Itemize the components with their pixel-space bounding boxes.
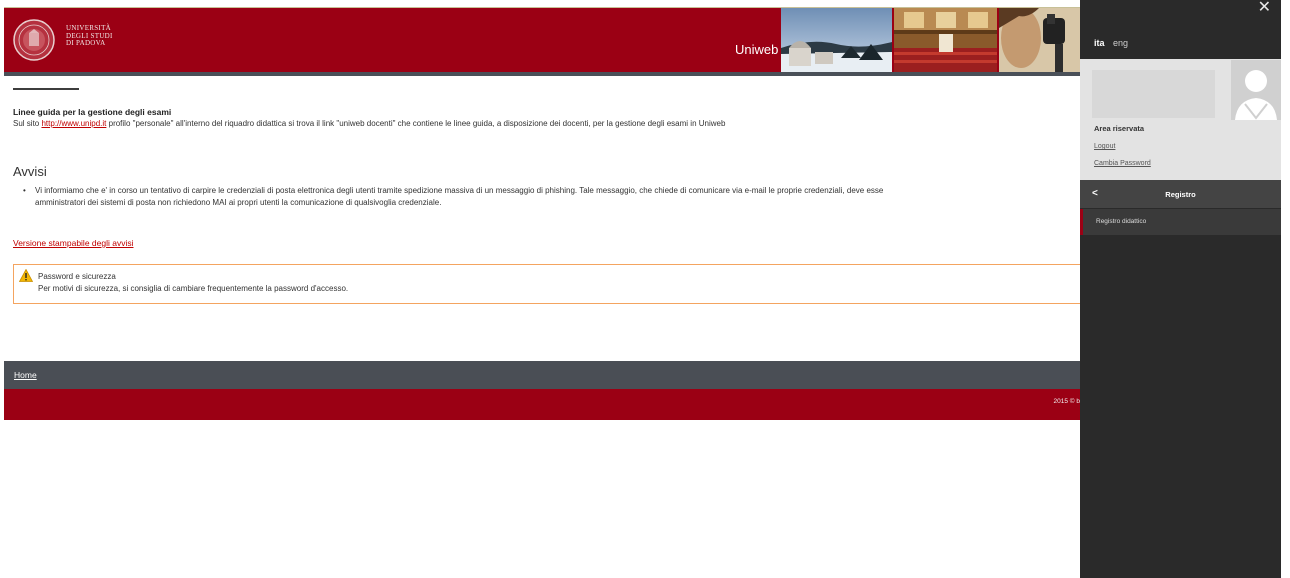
exam-guide-title: Linee guida per la gestione degli esami bbox=[13, 107, 172, 117]
sidebar-item-registro-didattico[interactable]: Registro didattico bbox=[1080, 209, 1281, 235]
exam-guide-suffix: profilo "personale" all'interno del riqu… bbox=[106, 119, 726, 128]
logout-link[interactable]: Logout bbox=[1094, 143, 1115, 150]
notices-title: Avvisi bbox=[13, 164, 47, 179]
user-box: Area riservata Logout Cambia Password bbox=[1080, 59, 1281, 180]
footer-home-link[interactable]: Home bbox=[14, 370, 37, 380]
brand-title: Uniweb bbox=[735, 42, 779, 57]
lang-eng-link[interactable]: eng bbox=[1113, 38, 1128, 48]
close-icon[interactable]: ✕ bbox=[1258, 0, 1271, 17]
logo-line-3: di Padova bbox=[66, 39, 106, 47]
user-name-area bbox=[1092, 70, 1215, 118]
hall-photo bbox=[894, 8, 997, 72]
notices-list: Vi informiamo che e' in corso un tentati… bbox=[23, 185, 1080, 209]
footer-bar: 2015 © b bbox=[4, 389, 1080, 420]
header-underline bbox=[4, 72, 1080, 76]
section-divider bbox=[13, 88, 79, 90]
observatory-photo bbox=[781, 8, 892, 72]
change-password-link[interactable]: Cambia Password bbox=[1094, 160, 1151, 167]
lang-ita-link[interactable]: ita bbox=[1094, 38, 1105, 48]
footer-nav-bar: Home bbox=[4, 361, 1080, 389]
language-switcher: ita eng bbox=[1094, 38, 1128, 48]
user-silhouette-icon bbox=[1231, 60, 1281, 120]
unipd-link[interactable]: http://www.unipd.it bbox=[41, 119, 106, 128]
list-item: Vi informiamo che e' in corso un tentati… bbox=[23, 185, 1080, 209]
exam-guide-prefix: Sul sito bbox=[13, 119, 42, 128]
warning-icon bbox=[18, 268, 34, 282]
security-alert: Password e sicurezza Per motivi di sicur… bbox=[13, 264, 1080, 304]
exam-guide-text: Sul sito http://www.unipd.it profilo "pe… bbox=[13, 119, 725, 128]
university-seal-icon[interactable] bbox=[12, 18, 60, 62]
print-notices-link[interactable]: Versione stampabile degli avvisi bbox=[13, 238, 133, 248]
site-header: Università degli Studi di Padova Uniweb bbox=[4, 8, 1080, 72]
registro-title: Registro bbox=[1165, 190, 1196, 199]
notice-line-1: Vi informiamo che e' in corso un tentati… bbox=[35, 186, 884, 195]
copyright-text: 2015 © b bbox=[1053, 398, 1080, 405]
sidebar-item-label: Registro didattico bbox=[1096, 218, 1147, 225]
avatar bbox=[1231, 60, 1281, 120]
notice-line-2: amministratori dei sistemi di posta non … bbox=[35, 198, 442, 207]
registro-section-header[interactable]: < Registro bbox=[1080, 180, 1281, 208]
alert-title: Password e sicurezza bbox=[38, 272, 116, 281]
microscope-photo bbox=[999, 8, 1080, 72]
reserved-area-label: Area riservata bbox=[1094, 124, 1145, 133]
side-panel: ✕ ita eng Area riservata Logout Cambia P… bbox=[1080, 0, 1281, 578]
university-logo-text[interactable]: Università degli Studi di Padova bbox=[66, 24, 113, 48]
alert-text: Per motivi di sicurezza, si consiglia di… bbox=[38, 284, 349, 293]
